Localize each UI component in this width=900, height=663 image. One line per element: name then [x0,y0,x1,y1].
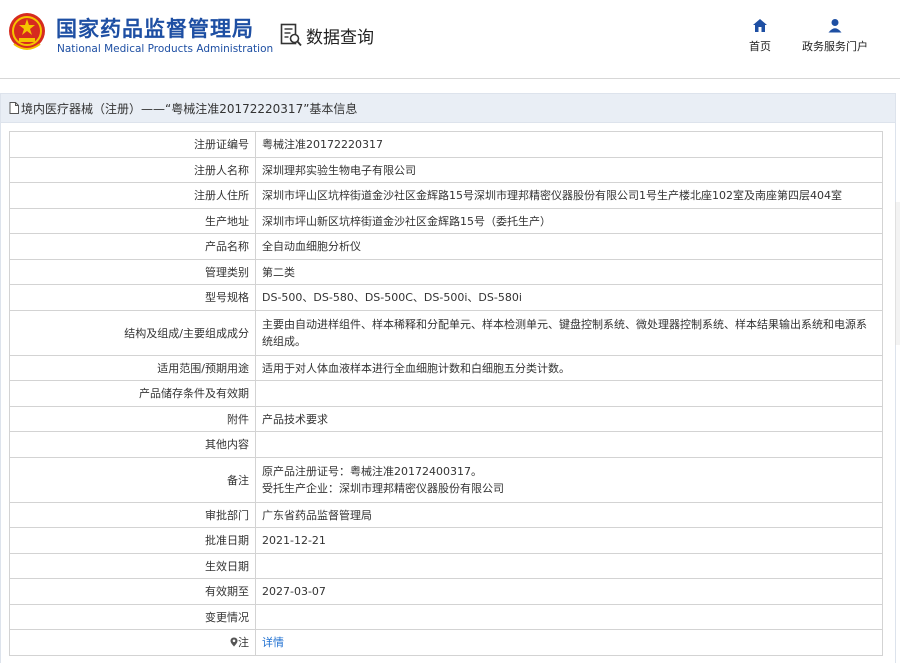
field-value: 主要由自动进样组件、样本稀释和分配单元、样本检测单元、键盘控制系统、微处理器控制… [255,309,883,356]
details-link[interactable]: 详情 [262,636,284,649]
field-value: 广东省药品监督管理局 [255,501,883,528]
table-row: 注册人名称 深圳理邦实验生物电子有限公司 [9,156,883,183]
field-value: 2021-12-21 [255,527,883,554]
table-row: 审批部门 广东省药品监督管理局 [9,501,883,528]
data-query-title: 数据查询 [280,22,374,48]
breadcrumb: 境内医疗器械（注册）——“粤械注准20172220317”基本信息 [0,93,896,123]
brand-name-cn: 国家药品监督管理局 [56,17,254,41]
field-value: 深圳理邦实验生物电子有限公司 [255,156,883,183]
field-key: 备注 [9,456,256,503]
table-row: 注册证编号 粤械注准20172220317 [9,131,883,158]
table-row: 批准日期 2021-12-21 [9,527,883,554]
scrollbar-edge [895,202,900,345]
field-value: 2027-03-07 [255,578,883,605]
field-key: 批准日期 [9,527,256,554]
field-value: 深圳市坪山新区坑梓街道金沙社区金辉路15号（委托生产） [255,207,883,234]
field-value: 深圳市坪山区坑梓街道金沙社区金辉路15号深圳市理邦精密仪器股份有限公司1号生产楼… [255,182,883,209]
site-header: 国家药品监督管理局 National Medical Products Admi… [0,0,900,78]
field-key-note: 注 [9,629,256,656]
field-key: 适用范围/预期用途 [9,354,256,381]
field-value: 第二类 [255,258,883,285]
table-row: 适用范围/预期用途 适用于对人体血液样本进行全血细胞计数和白细胞五分类计数。 [9,354,883,381]
note-key: 注 [230,634,249,650]
field-key: 其他内容 [9,431,256,458]
field-value [255,552,883,579]
table-row: 生效日期 [9,552,883,579]
field-key: 管理类别 [9,258,256,285]
field-value [255,431,883,458]
home-icon [753,19,767,32]
field-value: 产品技术要求 [255,405,883,432]
field-value [255,603,883,630]
header-divider [0,78,900,79]
national-emblem-icon [9,13,45,50]
field-key: 变更情况 [9,603,256,630]
field-key: 结构及组成/主要组成成分 [9,309,256,356]
nav-home[interactable]: 首页 [743,18,777,54]
user-icon [828,19,842,33]
field-key: 审批部门 [9,501,256,528]
table-row: 备注 原产品注册证号：粤械注准20172400317。 受托生产企业：深圳市理邦… [9,456,883,503]
field-key: 附件 [9,405,256,432]
field-value: 原产品注册证号：粤械注准20172400317。 受托生产企业：深圳市理邦精密仪… [255,456,883,503]
table-row: 生产地址 深圳市坪山新区坑梓街道金沙社区金辉路15号（委托生产） [9,207,883,234]
nav-gov-service-label: 政务服务门户 [802,40,868,53]
field-key: 注册证编号 [9,131,256,158]
field-key: 有效期至 [9,578,256,605]
remark-line-1: 原产品注册证号：粤械注准20172400317。 [262,464,482,478]
field-value: DS-500、DS-580、DS-500C、DS-500i、DS-580i [255,284,883,311]
field-key: 注册人住所 [9,182,256,209]
nav-home-label: 首页 [749,40,771,53]
table-row: 附件 产品技术要求 [9,405,883,432]
field-value: 全自动血细胞分析仪 [255,233,883,260]
field-value: 粤械注准20172220317 [255,131,883,158]
registration-info-table: 注册证编号 粤械注准20172220317 注册人名称 深圳理邦实验生物电子有限… [9,131,883,656]
field-key: 注册人名称 [9,156,256,183]
remark-line-2: 受托生产企业：深圳市理邦精密仪器股份有限公司 [262,481,504,495]
field-key: 生产地址 [9,207,256,234]
field-key: 产品名称 [9,233,256,260]
document-icon [9,102,19,114]
field-value: 适用于对人体血液样本进行全血细胞计数和白细胞五分类计数。 [255,354,883,381]
note-key-label: 注 [238,636,249,650]
table-row: 变更情况 [9,603,883,630]
field-key: 型号规格 [9,284,256,311]
search-document-icon [280,23,302,47]
field-value: 详情 [255,629,883,656]
table-row: 管理类别 第二类 [9,258,883,285]
field-key: 产品储存条件及有效期 [9,380,256,407]
field-value [255,380,883,407]
table-row: 结构及组成/主要组成成分 主要由自动进样组件、样本稀释和分配单元、样本检测单元、… [9,309,883,356]
breadcrumb-text: 境内医疗器械（注册）——“粤械注准20172220317”基本信息 [21,101,358,116]
location-pin-icon [230,637,238,647]
table-row: 其他内容 [9,431,883,458]
table-row: 有效期至 2027-03-07 [9,578,883,605]
nav-gov-service-portal[interactable]: 政务服务门户 [800,18,870,54]
table-row: 产品储存条件及有效期 [9,380,883,407]
table-row: 产品名称 全自动血细胞分析仪 [9,233,883,260]
table-row: 型号规格 DS-500、DS-580、DS-500C、DS-500i、DS-58… [9,284,883,311]
brand-name-en: National Medical Products Administration [57,43,274,55]
data-query-label: 数据查询 [306,27,374,48]
table-row: 注册人住所 深圳市坪山区坑梓街道金沙社区金辉路15号深圳市理邦精密仪器股份有限公… [9,182,883,209]
table-row: 注 详情 [9,629,883,656]
field-key: 生效日期 [9,552,256,579]
